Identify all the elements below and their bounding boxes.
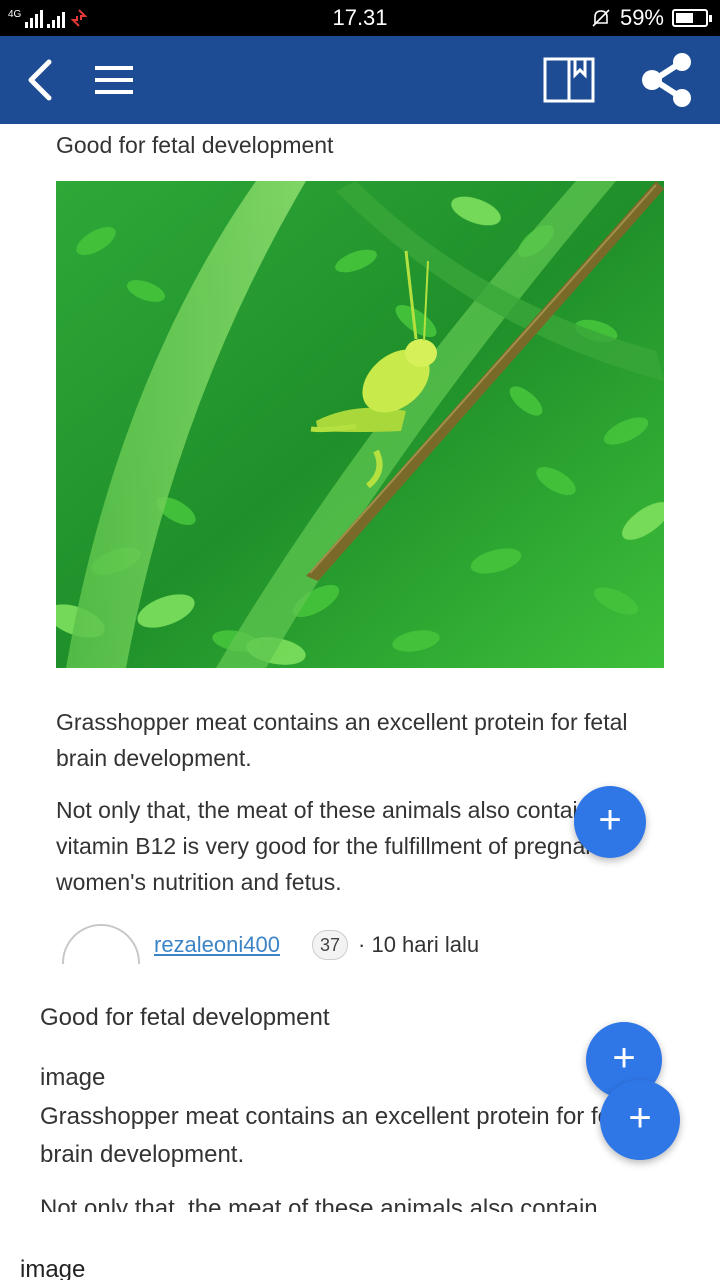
hamburger-menu-icon	[95, 66, 133, 94]
add-fab-3[interactable]: +	[600, 1080, 680, 1160]
relative-time: 10 hari lalu	[371, 932, 480, 957]
add-fab[interactable]: +	[574, 786, 646, 858]
author-username-link[interactable]: rezaleoni400	[154, 932, 280, 958]
grasshopper-photo[interactable]	[56, 181, 664, 668]
grasshopper-image	[56, 181, 664, 668]
plus-icon-3: +	[628, 1096, 652, 1140]
article-paragraph-2: Not only that, the meat of these animals…	[56, 797, 605, 895]
article: Good for fetal development Grasshopper m…	[56, 124, 666, 895]
author-row: rezaleoni400 37 · 10 hari lalu	[56, 920, 656, 1024]
read-mode-button[interactable]	[538, 36, 600, 124]
book-icon	[543, 57, 595, 103]
article-heading: Good for fetal development	[56, 132, 334, 158]
snippet-image-label: image	[40, 1064, 106, 1091]
share-icon	[642, 53, 691, 107]
post-time: · 10 hari lalu	[358, 932, 479, 958]
status-bar: 4G 17.31 59%	[0, 0, 720, 36]
battery-percent: 59%	[619, 5, 664, 30]
battery-icon	[672, 9, 712, 27]
image-label: image	[20, 1256, 86, 1280]
app-bar	[0, 36, 720, 124]
reputation-badge: 37	[312, 930, 348, 960]
snippet-title: Good for fetal development	[40, 1004, 330, 1031]
mute-bell-icon	[592, 9, 610, 27]
back-button[interactable]	[14, 36, 64, 124]
article-paragraph: Grasshopper meat contains an excellent p…	[56, 709, 628, 771]
snippet-paragraph: Grasshopper meat contains an excellent p…	[40, 1103, 637, 1168]
content-snippet: Good for fetal development image Grassho…	[40, 1004, 680, 1212]
snippet-paragraph-2: Not only that, the meat of these animals…	[40, 1195, 598, 1212]
arrow-back-icon	[28, 59, 52, 101]
menu-button[interactable]	[88, 36, 140, 124]
status-right: 59%	[590, 5, 712, 31]
plus-icon: +	[598, 798, 622, 842]
share-button[interactable]	[636, 36, 698, 124]
plus-icon-2: +	[612, 1036, 636, 1080]
meta-separator: ·	[358, 932, 366, 957]
